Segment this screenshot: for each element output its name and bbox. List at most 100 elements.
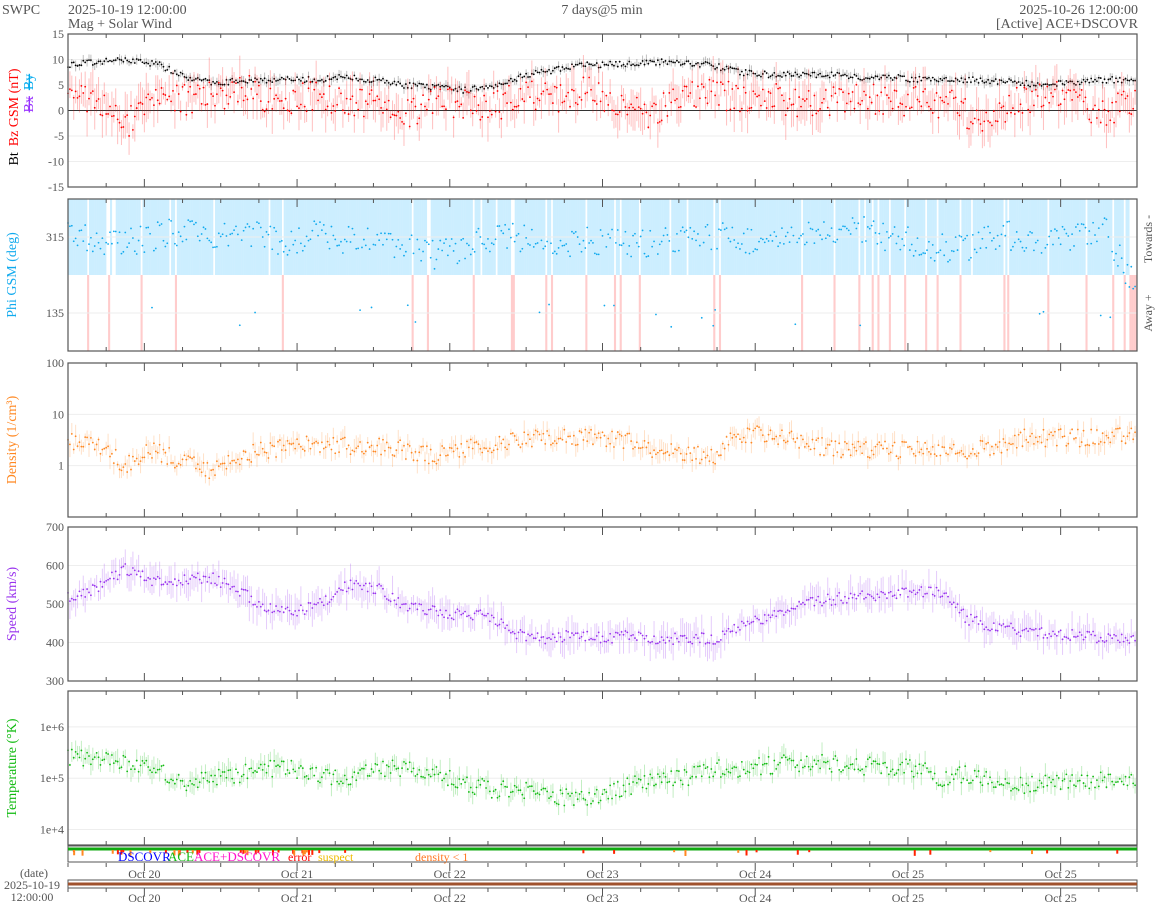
point-bt bbox=[718, 63, 720, 65]
point-bz bbox=[437, 95, 440, 97]
point-density bbox=[284, 449, 287, 452]
point-bz bbox=[298, 107, 300, 110]
point-bt bbox=[382, 77, 384, 80]
point-bt bbox=[445, 84, 447, 87]
point-bz bbox=[301, 82, 304, 85]
point-phi bbox=[834, 241, 837, 244]
point-density bbox=[987, 441, 990, 444]
point-bz bbox=[109, 105, 111, 108]
point-bt bbox=[84, 61, 87, 64]
point-bt bbox=[750, 70, 753, 72]
point-phi bbox=[111, 242, 113, 245]
point-density bbox=[1057, 428, 1060, 431]
point-phi bbox=[387, 232, 390, 235]
point-bz bbox=[355, 101, 358, 104]
point-density bbox=[313, 441, 316, 444]
point-bz bbox=[343, 111, 346, 114]
point-phi bbox=[305, 235, 308, 238]
point-bt bbox=[628, 60, 631, 63]
point-phi bbox=[1078, 229, 1081, 232]
point-bz bbox=[739, 110, 741, 113]
point-density bbox=[798, 447, 801, 449]
point-density bbox=[103, 447, 106, 450]
point-bt bbox=[622, 63, 625, 66]
point-bz bbox=[905, 105, 907, 108]
point-bz bbox=[880, 91, 883, 94]
point-phi bbox=[496, 225, 499, 228]
point-density bbox=[670, 443, 673, 445]
point-density bbox=[536, 430, 539, 433]
point-bz bbox=[252, 97, 255, 100]
point-bz bbox=[635, 96, 638, 99]
point-bz bbox=[1052, 95, 1054, 98]
point-density bbox=[225, 467, 228, 470]
point-density bbox=[311, 442, 314, 445]
point-bt bbox=[345, 74, 348, 77]
point-bz bbox=[280, 99, 283, 102]
point-bz bbox=[1126, 95, 1129, 97]
point-phi bbox=[128, 242, 130, 245]
point-density bbox=[395, 449, 398, 452]
point-bz bbox=[618, 111, 621, 113]
point-density bbox=[464, 456, 466, 458]
point-density bbox=[1076, 428, 1079, 431]
point-density bbox=[112, 462, 115, 465]
point-density bbox=[609, 442, 612, 445]
point-bt bbox=[214, 82, 216, 85]
point-phi bbox=[1118, 244, 1121, 247]
point-phi bbox=[256, 221, 258, 224]
point-phi bbox=[229, 233, 232, 236]
point-phi bbox=[567, 250, 570, 253]
point-density bbox=[750, 441, 753, 444]
y-tick-label: 10 bbox=[52, 407, 64, 421]
point-bt bbox=[1036, 82, 1039, 84]
point-density bbox=[758, 426, 760, 429]
point-phi bbox=[561, 244, 564, 247]
point-bz bbox=[605, 94, 608, 97]
point-phi bbox=[372, 243, 375, 246]
point-speed bbox=[158, 577, 161, 580]
point-bz bbox=[742, 86, 745, 89]
point-bt bbox=[731, 67, 734, 70]
point-phi bbox=[924, 252, 927, 255]
point-bt bbox=[840, 74, 843, 77]
point-density bbox=[521, 443, 524, 445]
point-bz bbox=[712, 80, 715, 82]
point-density bbox=[662, 452, 665, 455]
point-bt bbox=[796, 73, 799, 76]
point-phi bbox=[101, 237, 104, 239]
point-density bbox=[1052, 434, 1054, 437]
point-phi bbox=[90, 236, 92, 239]
point-density bbox=[84, 436, 87, 439]
point-density bbox=[1027, 441, 1030, 444]
point-speed bbox=[105, 579, 108, 582]
point-bt bbox=[574, 63, 577, 66]
point-speed bbox=[278, 610, 281, 613]
point-bz bbox=[332, 105, 335, 107]
point-phi bbox=[819, 234, 822, 237]
point-phi bbox=[370, 306, 373, 309]
point-density bbox=[511, 432, 514, 435]
point-density bbox=[1090, 428, 1093, 431]
point-phi bbox=[952, 250, 955, 253]
point-bz bbox=[185, 113, 188, 116]
point-bz bbox=[317, 99, 319, 102]
point-bt bbox=[763, 70, 766, 73]
point-density bbox=[1031, 432, 1033, 435]
point-bz bbox=[475, 109, 478, 112]
point-speed bbox=[84, 596, 87, 598]
point-phi bbox=[368, 248, 371, 250]
point-bz bbox=[1023, 86, 1026, 89]
point-phi bbox=[303, 245, 306, 248]
point-bt bbox=[1094, 78, 1096, 81]
point-bz bbox=[601, 90, 604, 93]
point-speed bbox=[91, 584, 94, 586]
point-density bbox=[273, 445, 276, 448]
point-phi bbox=[193, 223, 195, 226]
point-phi bbox=[475, 231, 478, 233]
point-density bbox=[744, 441, 747, 444]
bx-label: Bx bbox=[22, 96, 37, 112]
point-phi bbox=[821, 238, 823, 241]
point-speed bbox=[229, 588, 232, 590]
point-speed bbox=[235, 590, 237, 593]
